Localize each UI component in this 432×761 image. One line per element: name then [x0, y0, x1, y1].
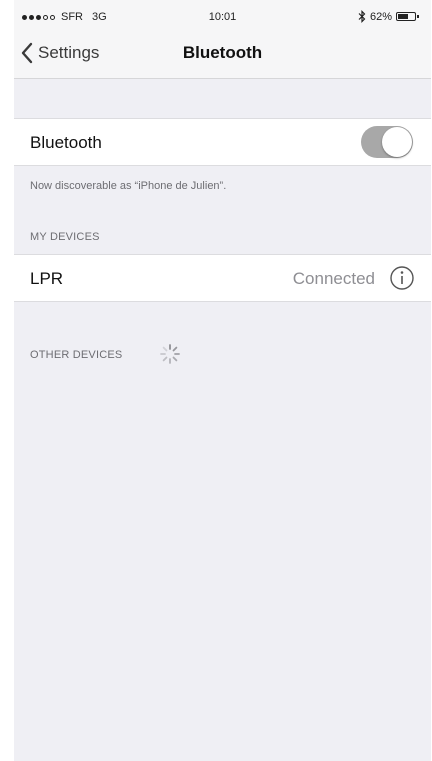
navigation-bar: Settings Bluetooth — [14, 30, 431, 79]
settings-list: Bluetooth Now discoverable as “iPhone de… — [14, 79, 431, 761]
phone-screen: SFR 3G 10:01 62% Settings Bluetooth Blue… — [14, 0, 431, 761]
bluetooth-toggle-row: Bluetooth — [14, 118, 431, 166]
loading-spinner-icon — [160, 344, 180, 364]
battery-icon — [396, 12, 419, 21]
discoverable-note: Now discoverable as “iPhone de Julien”. — [30, 180, 227, 192]
battery-fill — [398, 14, 408, 19]
bluetooth-icon — [358, 10, 366, 23]
status-bar: SFR 3G 10:01 62% — [14, 0, 431, 30]
battery-percent: 62% — [369, 10, 392, 23]
toggle-knob — [382, 127, 412, 157]
status-right: 62% — [358, 10, 419, 23]
bluetooth-label: Bluetooth — [30, 133, 102, 152]
device-name: LPR — [30, 269, 64, 288]
device-status: Connected — [292, 269, 375, 288]
list-item[interactable]: LPR Connected — [14, 254, 431, 302]
my-devices-header: MY DEVICES — [30, 231, 100, 243]
other-devices-header: OTHER DEVICES — [30, 349, 123, 361]
info-icon[interactable] — [389, 265, 415, 291]
page-title: Bluetooth — [182, 43, 263, 62]
bluetooth-toggle[interactable] — [361, 126, 413, 158]
